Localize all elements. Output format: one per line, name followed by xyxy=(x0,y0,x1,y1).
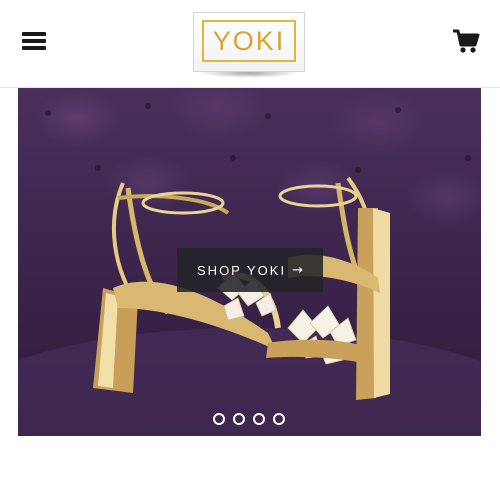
shop-button-label: SHOP YOKI xyxy=(197,262,287,278)
slide-dot-1[interactable] xyxy=(213,413,225,425)
shopping-cart-icon[interactable] xyxy=(452,28,480,54)
logo-frame: YOKI xyxy=(193,12,305,72)
menu-bar xyxy=(22,39,46,43)
menu-bar xyxy=(22,32,46,36)
logo-text: YOKI xyxy=(212,25,286,56)
slide-dot-2[interactable] xyxy=(233,413,245,425)
slide-dot-3[interactable] xyxy=(253,413,265,425)
shop-yoki-button[interactable]: SHOP YOKI → xyxy=(177,248,323,292)
logo-border: YOKI xyxy=(202,20,296,62)
arrow-right-icon: → xyxy=(292,262,303,278)
slideshow-pagination xyxy=(213,413,285,427)
site-header: YOKI xyxy=(0,0,500,88)
slide-dot-4[interactable] xyxy=(273,413,285,425)
site-logo[interactable]: YOKI xyxy=(193,12,305,78)
hamburger-menu-icon[interactable] xyxy=(22,30,48,52)
menu-bar xyxy=(22,46,46,50)
